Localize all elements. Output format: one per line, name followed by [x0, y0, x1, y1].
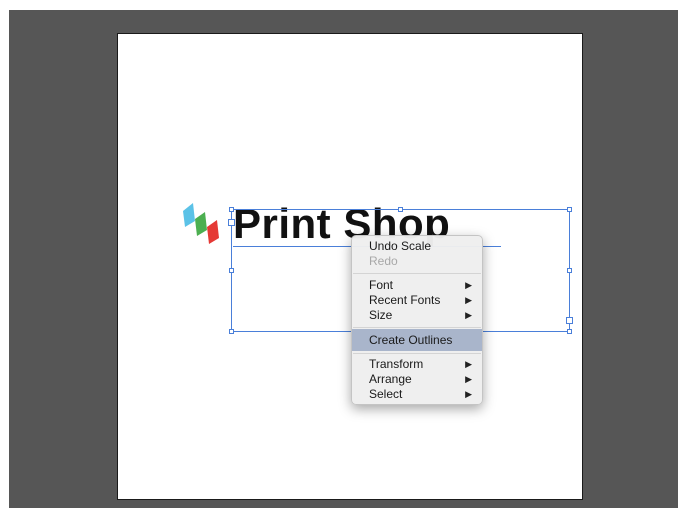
- menu-separator: [353, 327, 481, 328]
- menu-item-recent-fonts-label: Recent Fonts: [369, 293, 441, 307]
- menu-item-create-outlines[interactable]: Create Outlines: [352, 329, 482, 351]
- menu-item-select[interactable]: Select ▶: [352, 387, 482, 402]
- menu-item-arrange-label: Arrange: [369, 372, 412, 386]
- handle-top-left[interactable]: [229, 207, 234, 212]
- menu-item-transform-label: Transform: [369, 357, 424, 371]
- print-shop-logo-icon: [183, 203, 219, 244]
- submenu-arrow-icon: ▶: [465, 374, 472, 384]
- menu-item-size[interactable]: Size ▶: [352, 308, 482, 323]
- menu-item-undo-scale[interactable]: Undo Scale: [352, 239, 482, 254]
- submenu-arrow-icon: ▶: [465, 359, 472, 369]
- logo-blue-shape: [183, 203, 195, 227]
- handle-middle-left[interactable]: [229, 268, 234, 273]
- handle-bottom-left[interactable]: [229, 329, 234, 334]
- submenu-arrow-icon: ▶: [465, 389, 472, 399]
- menu-separator: [353, 273, 481, 274]
- handle-bottom-right[interactable]: [567, 329, 572, 334]
- menu-item-transform[interactable]: Transform ▶: [352, 357, 482, 372]
- logo-red-shape: [207, 220, 219, 244]
- submenu-arrow-icon: ▶: [465, 295, 472, 305]
- menu-item-arrange[interactable]: Arrange ▶: [352, 372, 482, 387]
- menu-item-select-label: Select: [369, 387, 403, 401]
- menu-separator: [353, 353, 481, 354]
- handle-top-right[interactable]: [567, 207, 572, 212]
- submenu-arrow-icon: ▶: [465, 280, 472, 290]
- logo-green-shape: [195, 212, 207, 236]
- menu-item-redo: Redo: [369, 254, 398, 268]
- menu-item-font[interactable]: Font ▶: [352, 278, 482, 293]
- handle-top-middle[interactable]: [398, 207, 403, 212]
- submenu-arrow-icon: ▶: [465, 310, 472, 320]
- text-out-port[interactable]: [566, 317, 573, 324]
- text-in-port[interactable]: [228, 219, 235, 226]
- menu-item-recent-fonts[interactable]: Recent Fonts ▶: [352, 293, 482, 308]
- context-menu: Undo Scale Redo Font ▶ Recent Fonts ▶ Si…: [351, 235, 483, 405]
- menu-item-size-label: Size: [369, 308, 393, 322]
- handle-middle-right[interactable]: [567, 268, 572, 273]
- menu-item-font-label: Font: [369, 278, 394, 292]
